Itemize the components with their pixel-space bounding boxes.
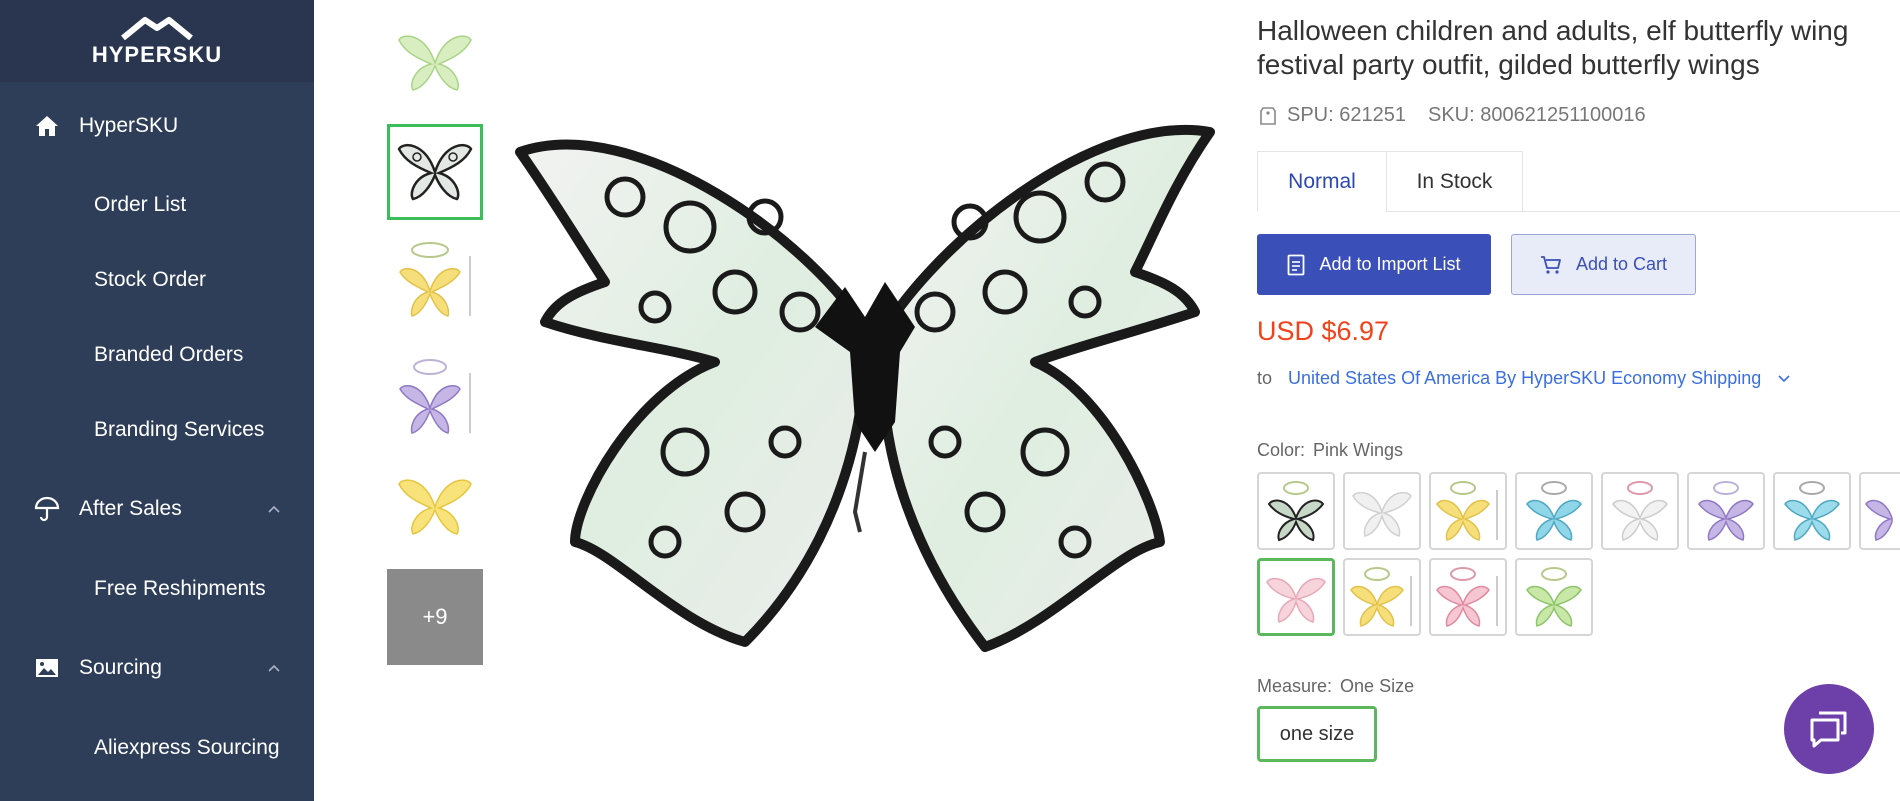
color-swatch[interactable] bbox=[1687, 472, 1765, 550]
add-to-cart-button[interactable]: Add to Cart bbox=[1511, 234, 1696, 295]
product-main-image bbox=[515, 125, 1215, 652]
butterfly-image-icon bbox=[399, 242, 471, 317]
tag-icon bbox=[1260, 106, 1276, 125]
butterfly-image-icon bbox=[1352, 491, 1412, 537]
sidebar-item-aliexpress-sourcing[interactable]: Aliexpress Sourcing bbox=[94, 736, 280, 760]
product-price: USD $6.97 bbox=[1257, 316, 1390, 346]
butterfly-image-icon bbox=[1526, 567, 1582, 627]
spu-text: SPU: 621251 bbox=[1287, 104, 1406, 126]
thumbnail-green-wings[interactable] bbox=[387, 15, 483, 111]
butterfly-image-icon bbox=[1436, 481, 1498, 541]
sidebar: HYPERSKU HyperSKU Order List Stock Order… bbox=[0, 0, 314, 801]
sidebar-section-label: After Sales bbox=[79, 497, 182, 520]
add-to-import-list-button[interactable]: Add to Import List bbox=[1257, 234, 1491, 295]
color-swatch[interactable] bbox=[1343, 472, 1421, 550]
color-swatch[interactable] bbox=[1429, 472, 1507, 550]
logo-text: HYPERSKU bbox=[91, 42, 223, 67]
butterfly-image-icon bbox=[398, 35, 472, 91]
size-option-selected[interactable]: one size bbox=[1257, 706, 1377, 762]
stock-type-tabs: Normal In Stock bbox=[1257, 151, 1900, 212]
butterfly-image-icon bbox=[1526, 481, 1582, 541]
color-swatch[interactable] bbox=[1343, 558, 1421, 636]
color-swatch[interactable] bbox=[1773, 472, 1851, 550]
chat-button[interactable] bbox=[1784, 684, 1874, 774]
thumbnail-black-wings[interactable] bbox=[387, 124, 483, 220]
color-swatch[interactable] bbox=[1515, 472, 1593, 550]
sidebar-item-free-reshipments[interactable]: Free Reshipments bbox=[94, 577, 266, 601]
umbrella-icon bbox=[34, 496, 60, 522]
product-title: Halloween children and adults, elf butte… bbox=[1257, 14, 1900, 82]
sidebar-item-branded-orders[interactable]: Branded Orders bbox=[94, 343, 243, 367]
sidebar-section-hypersku[interactable]: HyperSKU bbox=[0, 104, 314, 148]
measure-label: Measure: bbox=[1257, 676, 1333, 696]
sidebar-item-stock-order[interactable]: Stock Order bbox=[94, 268, 206, 292]
more-count: +9 bbox=[422, 604, 448, 629]
document-icon bbox=[1288, 254, 1305, 275]
button-label: Add to Import List bbox=[1319, 254, 1461, 274]
color-option-label: Color: Pink Wings bbox=[1257, 440, 1403, 461]
butterfly-image-icon bbox=[1266, 577, 1326, 623]
color-swatch-selected[interactable] bbox=[1257, 558, 1335, 636]
image-icon bbox=[34, 655, 60, 681]
sidebar-section-label: Sourcing bbox=[79, 656, 162, 679]
button-label: Add to Cart bbox=[1575, 254, 1668, 274]
color-swatch[interactable] bbox=[1257, 472, 1335, 550]
butterfly-image-icon bbox=[1612, 481, 1668, 541]
color-swatch[interactable] bbox=[1601, 472, 1679, 550]
sidebar-section-after-sales[interactable]: After Sales bbox=[0, 487, 314, 531]
tab-normal[interactable]: Normal bbox=[1257, 151, 1387, 212]
butterfly-image-icon bbox=[1350, 567, 1412, 627]
thumbnail-purple-wings-set[interactable] bbox=[387, 350, 483, 446]
home-icon bbox=[34, 113, 60, 139]
ship-to-label: to bbox=[1257, 368, 1273, 388]
color-swatch[interactable] bbox=[1515, 558, 1593, 636]
logo[interactable]: HYPERSKU bbox=[0, 0, 314, 82]
butterfly-image-icon bbox=[1784, 481, 1840, 541]
chevron-down-icon bbox=[1778, 374, 1790, 382]
color-value: Pink Wings bbox=[1313, 440, 1404, 460]
shipping-destination[interactable]: United States Of America By HyperSKU Eco… bbox=[1288, 368, 1761, 389]
tab-in-stock[interactable]: In Stock bbox=[1386, 151, 1523, 212]
sidebar-section-sourcing[interactable]: Sourcing bbox=[0, 646, 314, 690]
color-swatch[interactable] bbox=[1859, 472, 1900, 550]
sku-text: SKU: 800621251100016 bbox=[1427, 104, 1646, 126]
thumbnail-yellow-wings[interactable] bbox=[387, 459, 483, 555]
butterfly-image-icon bbox=[1865, 499, 1893, 541]
measure-option-label: Measure: One Size bbox=[1257, 676, 1414, 697]
color-label: Color: bbox=[1257, 440, 1306, 460]
butterfly-image-icon bbox=[1436, 567, 1498, 627]
product-title-line: festival party outfit, gilded butterfly … bbox=[1257, 49, 1760, 80]
cart-icon bbox=[1540, 255, 1561, 274]
thumbnail-yellow-wings-set[interactable] bbox=[387, 233, 483, 329]
shipping-selector[interactable]: to United States Of America By HyperSKU … bbox=[1257, 368, 1791, 389]
product-title-line: Halloween children and adults, elf butte… bbox=[1257, 15, 1849, 46]
sidebar-item-branding-services[interactable]: Branding Services bbox=[94, 418, 264, 442]
color-swatch[interactable] bbox=[1429, 558, 1507, 636]
measure-value: One Size bbox=[1340, 676, 1415, 696]
chevron-up-icon bbox=[268, 505, 280, 513]
butterfly-image-icon bbox=[399, 359, 471, 434]
butterfly-image-icon bbox=[1267, 481, 1325, 542]
butterfly-image-icon bbox=[398, 479, 472, 535]
butterfly-image-icon bbox=[1698, 481, 1754, 541]
chevron-up-icon bbox=[268, 664, 280, 672]
thumbnail-more-button[interactable]: +9 bbox=[387, 569, 483, 665]
chat-icon bbox=[1810, 711, 1847, 748]
sidebar-item-order-list[interactable]: Order List bbox=[94, 193, 186, 217]
sidebar-section-label: HyperSKU bbox=[79, 114, 179, 137]
butterfly-image-icon bbox=[397, 144, 473, 201]
logo-roof-icon bbox=[121, 17, 193, 40]
sku-info: SPU: 621251 SKU: 800621251100016 bbox=[1259, 104, 1646, 127]
